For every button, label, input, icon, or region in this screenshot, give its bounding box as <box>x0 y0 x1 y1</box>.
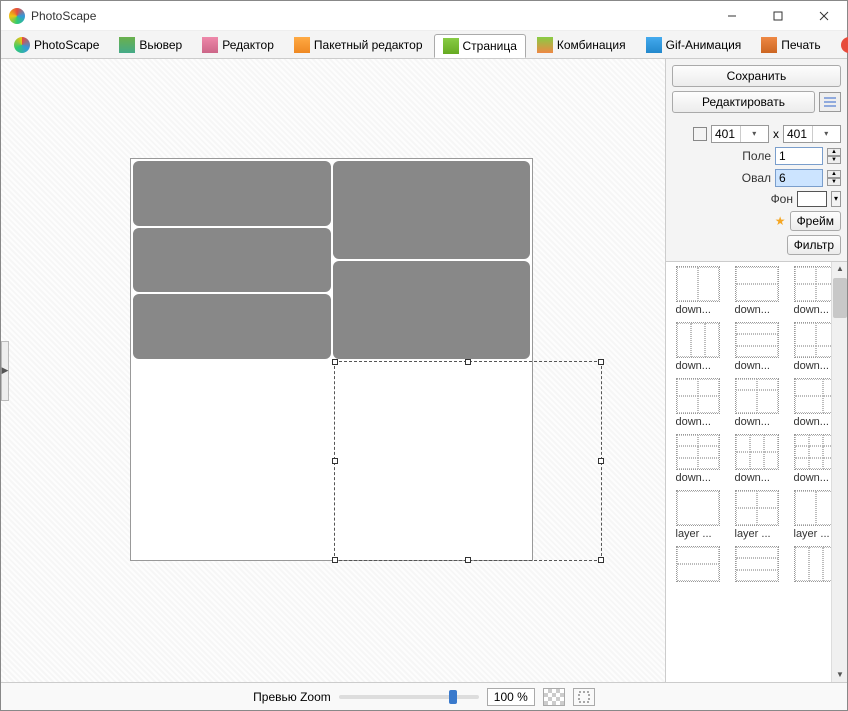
template-label: down... <box>735 360 779 372</box>
collage-cell-4[interactable] <box>333 261 531 359</box>
bg-color-swatch[interactable] <box>797 191 827 207</box>
titlebar: PhotoScape <box>1 1 847 31</box>
template-item[interactable]: down... <box>729 322 784 372</box>
bg-label: Фон <box>771 192 793 206</box>
oval-label: Овал <box>742 171 771 185</box>
minimize-button[interactable] <box>709 1 755 31</box>
template-label: down... <box>735 416 779 428</box>
oval-input[interactable] <box>775 169 823 187</box>
chevron-down-icon[interactable]: ▾ <box>740 126 769 142</box>
template-item[interactable] <box>729 546 784 584</box>
template-label: down... <box>735 304 779 316</box>
combine-icon <box>537 37 553 53</box>
resize-handle-mr[interactable] <box>598 458 604 464</box>
app-icon <box>9 8 25 24</box>
zoom-slider-thumb[interactable] <box>449 690 457 704</box>
scrollbar-thumb[interactable] <box>833 278 847 318</box>
collage-cell-3[interactable] <box>133 228 331 293</box>
window-title: PhotoScape <box>31 9 709 23</box>
zoom-value: 100 % <box>487 688 535 706</box>
left-panel-toggle[interactable]: ▶ <box>1 341 9 401</box>
tab-gif[interactable]: Gif-Анимация <box>637 33 751 57</box>
width-input[interactable]: 401▾ <box>711 125 769 143</box>
dim-separator: x <box>773 127 779 141</box>
photoscape-icon <box>14 37 30 53</box>
template-label: down... <box>735 472 779 484</box>
resize-handle-br[interactable] <box>598 557 604 563</box>
canvas-area[interactable]: ▶ <box>1 59 665 682</box>
tabbar: PhotoScape Вьювер Редактор Пакетный реда… <box>1 31 847 59</box>
save-button[interactable]: Сохранить <box>672 65 841 87</box>
template-item[interactable]: down... <box>670 322 725 372</box>
help-icon <box>841 37 848 53</box>
resize-handle-tm[interactable] <box>465 359 471 365</box>
page-icon <box>443 38 459 54</box>
tab-viewer[interactable]: Вьювер <box>110 33 191 57</box>
height-input[interactable]: 401▾ <box>783 125 841 143</box>
template-label: down... <box>676 416 720 428</box>
oval-spinner[interactable]: ▲▼ <box>827 170 841 186</box>
resize-handle-tl[interactable] <box>332 359 338 365</box>
frame-button[interactable]: Фрейм <box>790 211 841 231</box>
margin-spinner[interactable]: ▲▼ <box>827 148 841 164</box>
template-item[interactable]: down... <box>670 434 725 484</box>
zoom-slider[interactable] <box>339 695 479 699</box>
template-item[interactable]: layer ... <box>729 490 784 540</box>
tab-batch-editor[interactable]: Пакетный редактор <box>285 33 432 57</box>
close-button[interactable] <box>801 1 847 31</box>
gif-icon <box>646 37 662 53</box>
tab-editor[interactable]: Редактор <box>193 33 283 57</box>
filter-button[interactable]: Фильтр <box>787 235 841 255</box>
collage-cell-2[interactable] <box>333 161 531 259</box>
template-item[interactable] <box>670 546 725 584</box>
template-item[interactable]: layer ... <box>670 490 725 540</box>
zoom-label: Превью Zoom <box>253 690 331 704</box>
template-label: layer ... <box>676 528 720 540</box>
resize-handle-bm[interactable] <box>465 557 471 563</box>
tab-help[interactable]: Помощь <box>832 33 848 57</box>
bg-color-dropdown[interactable]: ▾ <box>831 191 841 207</box>
fullscreen-icon[interactable] <box>573 688 595 706</box>
template-label: down... <box>676 304 720 316</box>
scroll-down-arrow[interactable]: ▼ <box>833 668 847 682</box>
viewer-icon <box>119 37 135 53</box>
resize-handle-bl[interactable] <box>332 557 338 563</box>
template-item[interactable]: down... <box>729 266 784 316</box>
star-icon: ★ <box>775 214 786 228</box>
template-label: down... <box>676 472 720 484</box>
scroll-up-arrow[interactable]: ▲ <box>833 262 847 276</box>
selection-box[interactable] <box>334 361 602 561</box>
right-panel: Сохранить Редактировать 401▾ x 401▾ Поле… <box>665 59 847 682</box>
tab-page[interactable]: Страница <box>434 34 526 58</box>
template-label: down... <box>676 360 720 372</box>
layout-options-icon[interactable] <box>819 92 841 112</box>
template-label: layer ... <box>735 528 779 540</box>
resize-handle-tr[interactable] <box>598 359 604 365</box>
collage-cell-5[interactable] <box>133 294 331 359</box>
batch-icon <box>294 37 310 53</box>
transparency-icon[interactable] <box>543 688 565 706</box>
statusbar: Превью Zoom 100 % <box>1 682 847 710</box>
tab-photoscape[interactable]: PhotoScape <box>5 33 108 57</box>
template-list[interactable]: down... down... down... down... down... down.… <box>666 261 847 682</box>
maximize-button[interactable] <box>755 1 801 31</box>
template-item[interactable]: down... <box>670 378 725 428</box>
edit-button[interactable]: Редактировать <box>672 91 815 113</box>
template-item[interactable]: down... <box>729 378 784 428</box>
collage-cell-1[interactable] <box>133 161 331 226</box>
tab-print[interactable]: Печать <box>752 33 829 57</box>
template-item[interactable]: down... <box>670 266 725 316</box>
margin-input[interactable] <box>775 147 823 165</box>
aspect-lock-icon[interactable] <box>693 127 707 141</box>
template-item[interactable]: down... <box>729 434 784 484</box>
scrollbar[interactable]: ▲ ▼ <box>831 262 847 682</box>
chevron-down-icon[interactable]: ▾ <box>812 126 841 142</box>
tab-combine[interactable]: Комбинация <box>528 33 635 57</box>
print-icon <box>761 37 777 53</box>
resize-handle-ml[interactable] <box>332 458 338 464</box>
editor-icon <box>202 37 218 53</box>
margin-label: Поле <box>742 149 771 163</box>
